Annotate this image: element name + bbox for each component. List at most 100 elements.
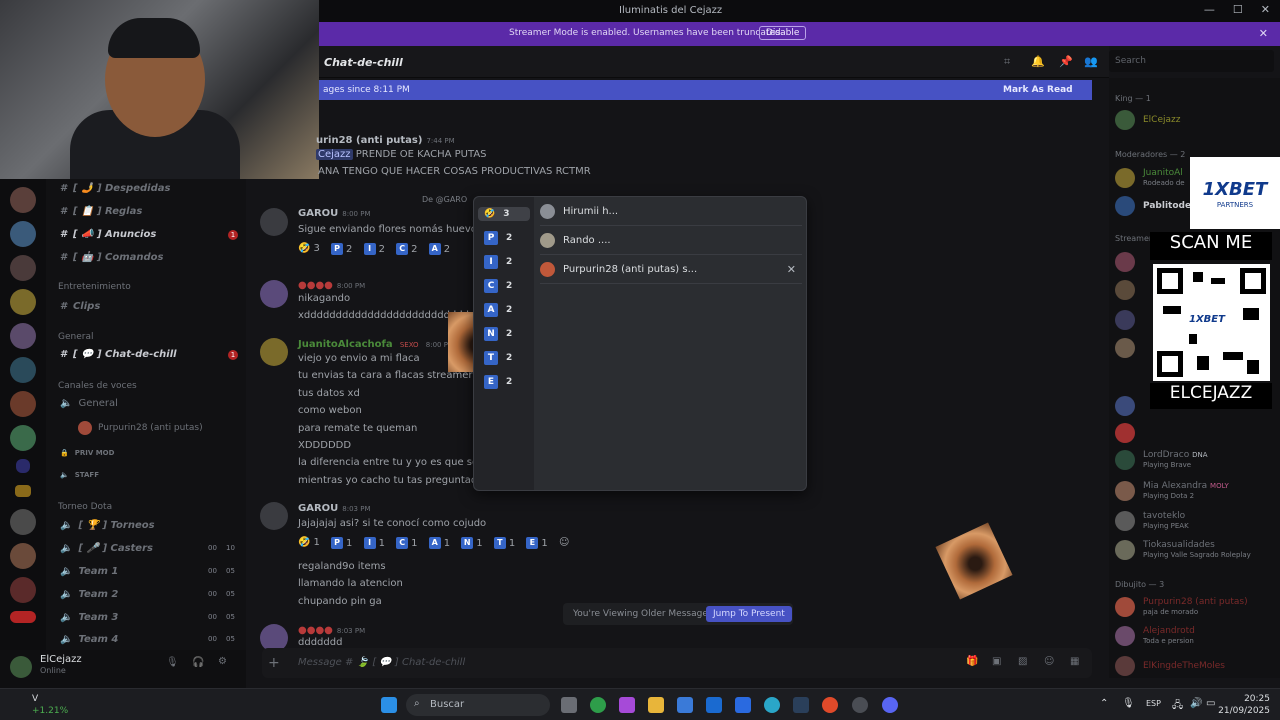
voice-channel-general[interactable]: 🔈 General xyxy=(60,398,118,409)
emoji-icon[interactable]: ☺ xyxy=(1044,656,1054,667)
mention[interactable]: Cejazz xyxy=(316,149,353,160)
message-author[interactable]: urin28 (anti putas) xyxy=(316,135,422,146)
sticker-icon[interactable]: ▨ xyxy=(1018,656,1027,667)
member-item[interactable] xyxy=(1115,423,1135,443)
mark-as-read-button[interactable]: Mark As Read xyxy=(1003,85,1073,95)
member-item[interactable]: Mia Alexandra MOLY Playing Dota 2 xyxy=(1115,481,1229,501)
channel-team-4[interactable]: 🔈 Team 4 xyxy=(60,634,118,645)
channel-despedidas[interactable]: # [ 🤳 ] Despedidas xyxy=(60,183,170,194)
chevron-up-icon[interactable]: ⌃ xyxy=(1100,698,1108,709)
gear-icon[interactable]: ⚙ xyxy=(218,656,227,667)
minimize-button[interactable]: — xyxy=(1204,3,1215,16)
message-author[interactable]: ●●●● xyxy=(298,280,333,291)
threads-icon[interactable]: ⌗ xyxy=(1004,55,1010,69)
disable-streamer-mode-button[interactable]: Disable xyxy=(759,26,807,40)
reaction[interactable]: C1 xyxy=(396,537,418,549)
reaction-user-row[interactable]: Hirumii h... xyxy=(540,198,802,226)
server-icon[interactable] xyxy=(10,289,36,315)
plus-icon[interactable]: + xyxy=(268,655,280,671)
channel-clips[interactable]: # Clips xyxy=(60,301,100,312)
maximize-button[interactable]: ☐ xyxy=(1233,3,1243,16)
dropbox-icon[interactable] xyxy=(735,697,751,713)
new-messages-bar[interactable]: ages since 8:11 PM Mark As Read xyxy=(319,80,1092,100)
server-icon[interactable] xyxy=(10,425,36,451)
member-item[interactable]: Alejandrotd Toda e persion xyxy=(1115,626,1195,646)
copilot-icon[interactable] xyxy=(619,697,635,713)
reaction[interactable]: 🤣 1 xyxy=(298,537,320,548)
member-item[interactable]: JuanitoAl Rodeado de xyxy=(1115,168,1185,188)
popup-reaction-tab[interactable]: N2 xyxy=(484,327,512,341)
member-item[interactable] xyxy=(1115,252,1135,272)
avatar[interactable] xyxy=(260,280,288,308)
member-item[interactable] xyxy=(1115,280,1135,300)
avatar[interactable] xyxy=(260,502,288,530)
crown-icon[interactable] xyxy=(15,485,31,497)
outlook-icon[interactable] xyxy=(706,697,722,713)
battery-icon[interactable]: ▭ xyxy=(1206,698,1215,709)
reaction[interactable]: A1 xyxy=(428,537,450,549)
chrome-icon[interactable] xyxy=(590,697,606,713)
clock[interactable]: 20:25 21/09/2025 xyxy=(1218,693,1270,717)
channel-torneos[interactable]: 🔈 [ 🏆 ] Torneos xyxy=(60,520,155,531)
jump-to-present-button[interactable]: Jump To Present xyxy=(706,606,792,622)
member-item[interactable]: Tiokasualidades Playing Valle Sagrado Rol… xyxy=(1115,540,1251,560)
reaction[interactable]: C2 xyxy=(396,243,418,255)
channel-anuncios[interactable]: # [ 📣 ] Anuncios xyxy=(60,229,156,240)
message-author[interactable]: GAROU xyxy=(298,208,338,219)
windows-start-icon[interactable] xyxy=(381,697,397,713)
reaction[interactable]: A2 xyxy=(428,243,450,255)
category-entretenimiento[interactable]: Entretenimiento xyxy=(58,282,131,292)
member-item[interactable]: tavoteklo Playing PEAK xyxy=(1115,511,1189,531)
category-voice[interactable]: Canales de voces xyxy=(58,381,137,391)
popup-reaction-tab[interactable]: T2 xyxy=(484,351,512,365)
taskbar-search[interactable]: ⌕ Buscar xyxy=(406,694,550,716)
voice-channel-priv-mod[interactable]: 🔒 PRIV MOD xyxy=(60,449,114,457)
message-author[interactable]: JuanitoAlcachofa xyxy=(298,339,393,350)
message-author[interactable]: GAROU xyxy=(298,503,338,514)
stock-widget[interactable]: V +1.21% xyxy=(14,693,68,717)
members-icon[interactable]: 👥 xyxy=(1084,55,1098,68)
server-icon[interactable] xyxy=(10,187,36,213)
channel-team-1[interactable]: 🔈 Team 1 xyxy=(60,566,118,577)
member-item[interactable]: ElKingdeTheMoles xyxy=(1115,656,1225,676)
server-icon[interactable] xyxy=(16,459,30,473)
microphone-icon[interactable]: 🎙 xyxy=(166,657,179,668)
steam-icon[interactable] xyxy=(793,697,809,713)
channel-chat-de-chill[interactable]: # [ 💬 ] Chat-de-chill xyxy=(60,349,177,360)
headphones-icon[interactable]: 🎧 xyxy=(192,657,204,668)
message-author[interactable]: ●●●● xyxy=(298,625,333,636)
channel-comandos[interactable]: # [ 🤖 ] Comandos xyxy=(60,252,163,263)
network-icon[interactable]: 🖧 xyxy=(1172,698,1183,715)
popup-reaction-tab[interactable]: A2 xyxy=(484,303,512,317)
server-icon[interactable] xyxy=(10,577,36,603)
member-item[interactable] xyxy=(1115,396,1135,416)
reaction[interactable]: 🤣 3 xyxy=(298,243,320,254)
reaction-user-row[interactable]: Rando .... xyxy=(540,227,802,255)
volume-icon[interactable]: 🔊 xyxy=(1190,698,1202,709)
gif-icon[interactable]: ▣ xyxy=(992,656,1001,667)
popup-reaction-tab[interactable]: I2 xyxy=(484,255,512,269)
member-item[interactable]: Pablitode xyxy=(1115,196,1191,216)
close-window-button[interactable]: ✕ xyxy=(1261,3,1270,16)
member-item[interactable]: Purpurin28 (anti putas) paja de morado xyxy=(1115,597,1248,617)
file-explorer-icon[interactable] xyxy=(648,697,664,713)
server-icon[interactable] xyxy=(10,357,36,383)
search-input[interactable]: Search xyxy=(1109,50,1274,72)
member-item[interactable] xyxy=(1115,338,1135,358)
add-reaction-icon[interactable]: ☺ xyxy=(559,537,569,548)
language-indicator[interactable]: ESP xyxy=(1146,699,1161,708)
gift-icon[interactable]: 🎁 xyxy=(966,656,978,667)
reaction[interactable]: E1 xyxy=(526,537,548,549)
new-badge-icon[interactable] xyxy=(10,611,36,623)
member-item[interactable] xyxy=(1115,310,1135,330)
voice-channel-staff[interactable]: 🔈 STAFF xyxy=(60,471,99,479)
member-item[interactable]: LordDraco DNA Playing Brave xyxy=(1115,450,1208,470)
server-icon[interactable] xyxy=(10,391,36,417)
store-icon[interactable] xyxy=(677,697,693,713)
discord-icon[interactable] xyxy=(882,697,898,713)
member-item[interactable]: ElCejazz xyxy=(1115,110,1180,130)
popup-reaction-tab[interactable]: P2 xyxy=(484,231,512,245)
remove-reaction-icon[interactable]: ✕ xyxy=(787,263,796,276)
reaction[interactable]: N1 xyxy=(461,537,483,549)
message-input[interactable]: + Message # 🍃 [ 💬 ] Chat-de-chill 🎁 ▣ ▨ … xyxy=(262,648,1092,678)
